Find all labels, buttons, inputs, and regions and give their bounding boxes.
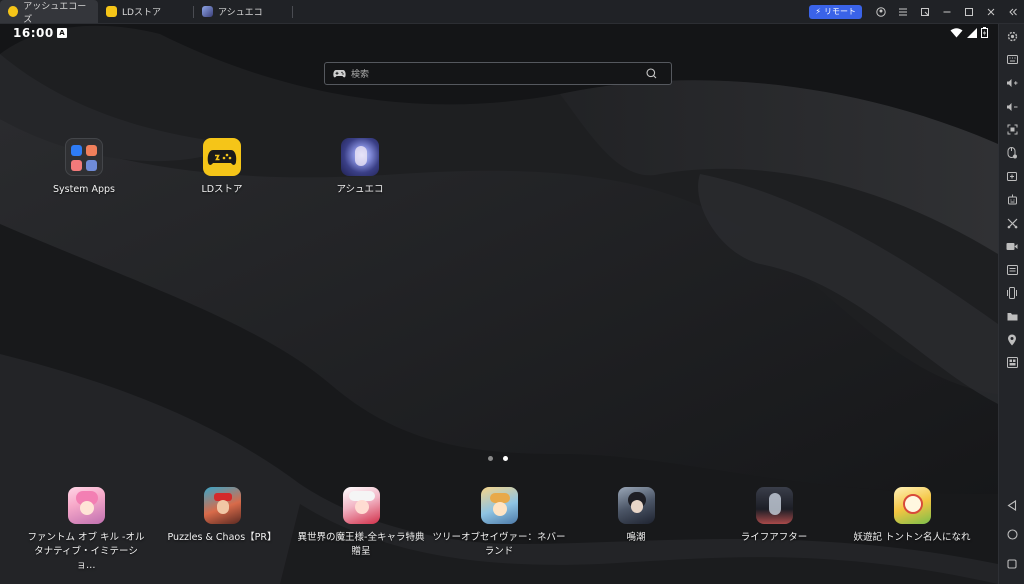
dock-app-isekai-maou[interactable]: 異世界の魔王様-全キャラ特典贈呈: [294, 487, 428, 559]
system-apps-folder-icon: [65, 138, 103, 176]
isekai-maou-icon: [342, 487, 380, 524]
ldplayer-icon: [8, 6, 19, 17]
notification-icon: A: [57, 28, 67, 38]
dock-app-tree-of-savior[interactable]: ツリーオブセイヴァー：ネバーランド: [432, 487, 566, 559]
app-label: アシュエコ: [336, 184, 384, 195]
ash-echoes-game-icon: [341, 138, 379, 176]
app-label: LDストア: [201, 184, 243, 195]
clock: 16:00: [13, 26, 54, 40]
app-label: 異世界の魔王様-全キャラ特典贈呈: [297, 532, 425, 557]
volume-down-icon[interactable]: [999, 95, 1024, 118]
sync-operation-icon[interactable]: [999, 211, 1024, 234]
minimize-icon[interactable]: [936, 0, 958, 23]
record-video-icon[interactable]: [999, 235, 1024, 258]
page-indicator: [488, 456, 508, 461]
title-bar: アッシュエコーズ LDストア アシュエコ ⚡ リモート: [0, 0, 1024, 25]
emulator-screen[interactable]: 16:00 A 検索 System Apps LDストア アシュエコ ファントム…: [0, 24, 998, 584]
signal-icon: [967, 27, 977, 38]
tree-of-savior-icon: [480, 487, 518, 524]
app-label: ライフアフター: [740, 532, 808, 543]
shared-folder-icon[interactable]: [999, 305, 1024, 328]
search-icon[interactable]: [646, 68, 657, 79]
account-icon[interactable]: [870, 0, 892, 23]
wuthering-waves-icon: [617, 487, 655, 524]
app-label: ファントム オブ キル -オルタナティブ・イミテーショ…: [27, 532, 145, 571]
search-placeholder: 検索: [351, 70, 370, 80]
keyboard-mapping-icon[interactable]: [999, 48, 1024, 71]
remote-label: リモート: [824, 7, 856, 16]
fullscreen-icon[interactable]: [999, 118, 1024, 141]
volume-up-icon[interactable]: [999, 72, 1024, 95]
page-dot[interactable]: [488, 456, 493, 461]
home-icon[interactable]: [999, 520, 1024, 549]
search-bar[interactable]: 検索: [324, 62, 672, 85]
tab-ash-echoes[interactable]: アッシュエコーズ: [0, 0, 98, 25]
gamepad-icon: [333, 68, 346, 79]
maximize-icon[interactable]: [958, 0, 980, 23]
shake-icon[interactable]: [999, 281, 1024, 304]
app-label: System Apps: [53, 184, 115, 195]
phantom-of-kill-icon: [67, 487, 105, 524]
wifi-icon: [950, 27, 963, 37]
game-icon: [202, 6, 213, 17]
tab-label: アシュエコ: [218, 8, 263, 18]
add-app-icon[interactable]: [999, 165, 1024, 188]
app-system-apps[interactable]: System Apps: [24, 138, 144, 197]
lightning-icon: ⚡: [815, 7, 821, 16]
youyuki-icon: [893, 487, 931, 524]
tab-label: LDストア: [122, 8, 161, 18]
screen-capture-icon[interactable]: [914, 0, 936, 23]
app-label: Puzzles & Chaos【PR】: [167, 532, 277, 543]
app-ldstore[interactable]: LDストア: [162, 138, 282, 197]
dock-app-puzzles-chaos[interactable]: Puzzles & Chaos【PR】: [162, 487, 282, 545]
menu-icon[interactable]: [892, 0, 914, 23]
status-bar: 16:00 A: [0, 24, 998, 44]
app-ashueko[interactable]: アシュエコ: [300, 138, 420, 197]
recent-apps-icon[interactable]: [999, 549, 1024, 578]
close-icon[interactable]: [980, 0, 1002, 23]
collapse-sidebar-icon[interactable]: [1002, 0, 1024, 23]
puzzles-chaos-icon: [203, 487, 241, 524]
system-icons: [950, 27, 988, 38]
app-label: ツリーオブセイヴァー：ネバーランド: [432, 532, 566, 557]
page-dot-active[interactable]: [503, 456, 508, 461]
android-nav-buttons: [999, 491, 1024, 578]
app-label: 妖遊記 トントン名人になれ: [853, 532, 971, 543]
settings-gear-icon[interactable]: [999, 25, 1024, 48]
dock-app-phantom-of-kill[interactable]: ファントム オブ キル -オルタナティブ・イミテーショ…: [25, 487, 147, 573]
tab-divider: [292, 5, 293, 18]
app-label: 鳴潮: [626, 532, 646, 543]
macro-icon[interactable]: [999, 188, 1024, 211]
dock-app-wuthering-waves[interactable]: 鳴潮: [576, 487, 696, 545]
dock-app-lifeafter[interactable]: ライフアフター: [714, 487, 834, 545]
dock-app-youyuki[interactable]: 妖遊記 トントン名人になれ: [842, 487, 982, 545]
tab-ldstore[interactable]: LDストア: [98, 0, 193, 23]
tab-ashueko[interactable]: アシュエコ: [194, 0, 292, 23]
emulator-toolbar: [998, 24, 1024, 584]
location-icon[interactable]: [999, 328, 1024, 351]
multi-instance-icon[interactable]: [999, 258, 1024, 281]
remote-button[interactable]: ⚡ リモート: [809, 4, 862, 19]
back-icon[interactable]: [999, 491, 1024, 520]
battery-icon: [981, 27, 988, 38]
tab-label: アッシュエコーズ: [23, 1, 87, 25]
ldstore-icon: [106, 6, 117, 17]
more-operations-icon[interactable]: [999, 351, 1024, 374]
ldstore-icon: [203, 138, 241, 176]
lifeafter-icon: [755, 487, 793, 524]
mouse-lock-icon[interactable]: [999, 141, 1024, 164]
